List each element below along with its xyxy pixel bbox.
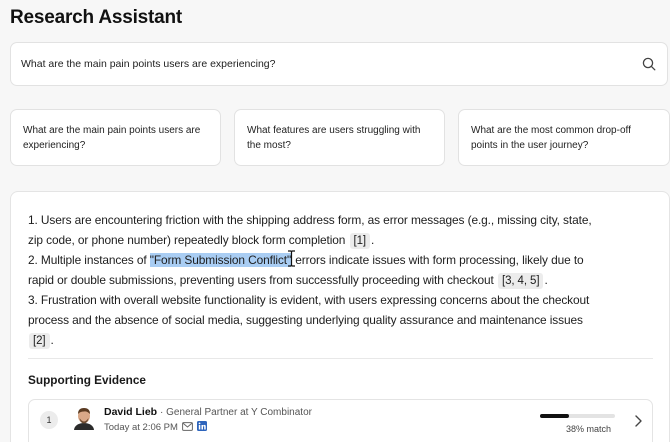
search-input[interactable]: What are the main pain points users are … xyxy=(10,42,668,86)
answer-text[interactable]: 1. Users are encountering friction with … xyxy=(28,210,653,350)
answer-line: process and the absence of social media,… xyxy=(28,313,583,327)
match-progress-fill xyxy=(540,414,569,418)
citation-badge[interactable]: [2] xyxy=(29,333,50,349)
evidence-meta: Today at 2:06 PM xyxy=(104,421,207,434)
supporting-evidence-title: Supporting Evidence xyxy=(28,373,146,387)
suggestion-card[interactable]: What are the most common drop-off points… xyxy=(458,109,670,166)
selected-text-highlight[interactable]: "Form Submission Conflict" xyxy=(149,253,291,267)
text-cursor-icon xyxy=(288,250,296,267)
mail-icon[interactable] xyxy=(182,421,193,434)
search-icon[interactable] xyxy=(641,56,657,72)
answer-card: 1. Users are encountering friction with … xyxy=(10,191,670,442)
suggestion-card[interactable]: What are the main pain points users are … xyxy=(10,109,221,166)
answer-line: 3. Frustration with overall website func… xyxy=(28,293,590,307)
answer-fragment: zip code, or phone number) repeatedly bl… xyxy=(28,233,346,247)
evidence-index-badge: 1 xyxy=(40,411,58,429)
answer-line: 1. Users are encountering friction with … xyxy=(28,213,592,227)
evidence-author: David Lieb · General Partner at Y Combin… xyxy=(104,406,312,418)
citation-badge[interactable]: [3, 4, 5] xyxy=(497,273,544,289)
suggested-questions: What are the main pain points users are … xyxy=(10,109,670,166)
evidence-time: Today at 2:06 PM xyxy=(104,422,178,433)
period: . xyxy=(544,273,548,287)
linkedin-icon[interactable] xyxy=(196,421,207,434)
match-score: 38% match xyxy=(566,424,612,434)
answer-line: rapid or double submissions, preventing … xyxy=(28,270,653,290)
answer-line: zip code, or phone number) repeatedly bl… xyxy=(28,230,653,250)
period: . xyxy=(371,233,375,247)
citation-badge[interactable]: [1] xyxy=(349,233,371,249)
evidence-item[interactable]: 1 David Lieb · General Partner at Y Comb… xyxy=(28,399,653,442)
period: . xyxy=(50,333,54,347)
answer-line: [2]. xyxy=(28,330,653,350)
divider xyxy=(28,358,653,359)
answer-fragment: rapid or double submissions, preventing … xyxy=(28,273,494,287)
search-query-text[interactable]: What are the main pain points users are … xyxy=(21,58,641,70)
answer-fragment: errors indicate issues with form process… xyxy=(292,253,584,267)
chevron-right-icon[interactable] xyxy=(633,414,643,428)
author-role: · General Partner at Y Combinator xyxy=(160,407,312,418)
author-name: David Lieb xyxy=(104,406,158,418)
answer-fragment: 2. Multiple instances of xyxy=(28,253,150,267)
page-title: Research Assistant xyxy=(10,7,183,28)
avatar xyxy=(73,406,95,437)
match-progress-bar xyxy=(540,414,615,418)
suggestion-card[interactable]: What features are users struggling with … xyxy=(234,109,445,166)
answer-line: 2. Multiple instances of "Form Submissio… xyxy=(28,250,653,270)
